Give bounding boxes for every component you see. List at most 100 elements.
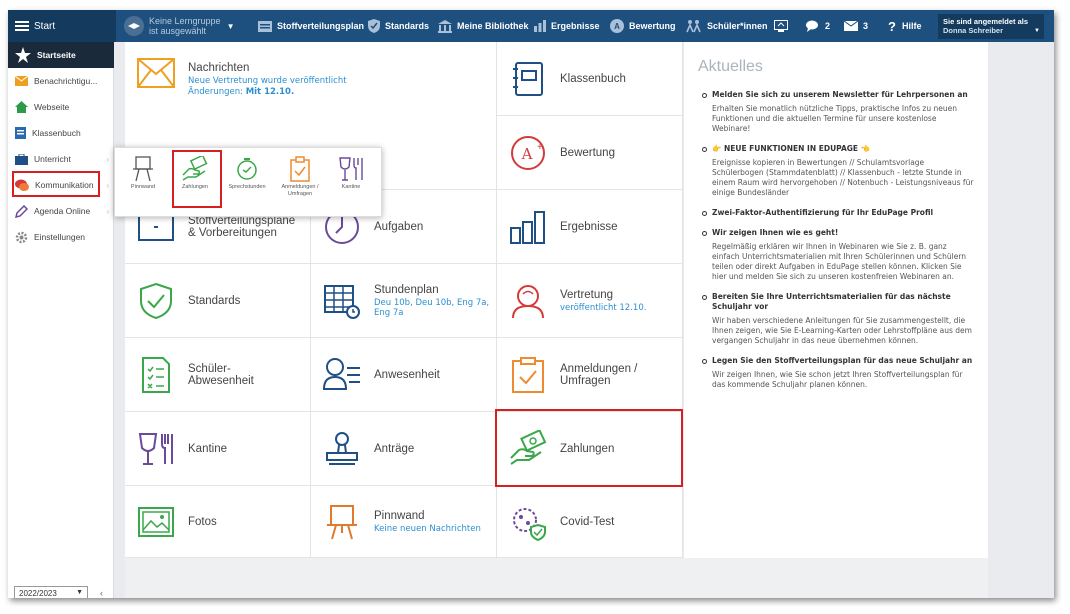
tile-vertretung[interactable]: Vertretung veröffentlicht 12.10. <box>497 264 683 338</box>
timer-icon <box>237 158 257 180</box>
tile-standards[interactable]: Standards <box>125 264 311 338</box>
tile-title-line2: Abwesenheit <box>188 374 254 387</box>
login-caption: Sie sind angemeldet als <box>943 17 1029 26</box>
svg-text:A: A <box>614 22 620 31</box>
tile-fotos[interactable]: Fotos <box>125 486 311 558</box>
nav-schuelerinnen[interactable]: Schüler*innen <box>686 10 768 42</box>
tile-title: Anwesenheit <box>374 368 440 381</box>
sidebar-item-klassenbuch[interactable]: Klassenbuch <box>8 120 114 146</box>
news-title: Bereiten Sie Ihre Unterrichtsmaterialien… <box>712 292 976 312</box>
svg-text:A: A <box>521 145 533 163</box>
flyout-label: Sprechstunden <box>228 184 266 190</box>
tile-zahlungen[interactable]: Zahlungen <box>497 412 683 486</box>
tile-title: Bewertung <box>560 146 615 159</box>
help-button[interactable]: ? Hilfe <box>888 10 921 42</box>
flyout-label: Kantine <box>341 184 361 190</box>
app-window: Start Keine Lerngruppe ist ausgewählt ▼ S… <box>8 10 1054 598</box>
screen-icon <box>774 20 788 32</box>
cutlery-glass-icon <box>138 432 173 465</box>
nav-stoffverteilungsplan[interactable]: Stoffverteilungsplan <box>258 10 364 42</box>
substitute-person-icon <box>512 284 544 318</box>
tile-title: Standards <box>188 294 241 307</box>
chat-count: 2 <box>825 21 831 31</box>
collapse-sidebar-icon[interactable]: ‹ <box>100 588 103 598</box>
easel-board-icon <box>133 156 153 182</box>
tile-covid-test[interactable]: Covid-Test <box>497 486 683 558</box>
nav-label: Bewertung <box>629 21 676 31</box>
tile-title-text: Stundenplan <box>374 283 439 296</box>
sidebar-item-benachrichtigungen[interactable]: Benachrichtigu... <box>8 68 114 94</box>
flyout-item-anmeldungen[interactable]: Anmeldungen / Umfragen <box>275 154 325 206</box>
year-select[interactable]: 2022/2023 ▼ <box>14 586 88 598</box>
mail-button[interactable]: 3 <box>844 10 868 42</box>
nav-bewertung[interactable]: A Bewertung <box>610 10 676 42</box>
sidebar-item-einstellungen[interactable]: Einstellungen <box>8 224 114 250</box>
tile-title: Schüler- Abwesenheit <box>188 363 254 387</box>
home-icon <box>15 101 28 113</box>
sidebar-item-label: Klassenbuch <box>32 128 81 138</box>
payment-hand-icon <box>510 429 547 465</box>
sidebar-item-unterricht[interactable]: Unterricht › <box>8 146 114 172</box>
tile-title-text: Vertretung <box>560 288 614 301</box>
news-item[interactable]: 👉 NEUE FUNKTIONEN IN EDUPAGE 👈 Ereignisse… <box>698 144 976 198</box>
chat-button[interactable]: 2 <box>806 10 830 42</box>
sidebar-item-label: Benachrichtigu... <box>34 76 98 86</box>
group-selector[interactable]: Keine Lerngruppe ist ausgewählt ▼ <box>124 10 234 42</box>
tile-title: Kantine <box>188 442 228 455</box>
tile-antraege[interactable]: Anträge <box>311 412 497 486</box>
start-menu-button[interactable]: Start <box>8 10 116 42</box>
news-body: Ereignisse kopieren in Bewertungen // Sc… <box>712 158 974 197</box>
students-icon <box>686 20 701 33</box>
sidebar-item-webseite[interactable]: Webseite <box>8 94 114 120</box>
news-item[interactable]: Wir zeigen Ihnen wie es geht! Regelmäßig … <box>698 228 976 282</box>
tile-klassenbuch[interactable]: Klassenbuch <box>497 42 683 116</box>
sidebar-item-label: Kommunikation <box>35 180 94 190</box>
news-item[interactable]: Legen Sie den Stoffverteilungsplan für d… <box>698 356 976 390</box>
hamburger-icon <box>15 21 29 31</box>
flyout-item-sprechstunden[interactable]: Sprechstunden <box>225 154 269 206</box>
group-line2: ist ausgewählt <box>149 26 207 36</box>
sidebar-item-startseite[interactable]: Startseite <box>8 42 114 68</box>
briefcase-icon <box>15 153 28 165</box>
news-title: Melden Sie sich zu unserem Newsletter fü… <box>712 90 976 100</box>
sidebar-item-agenda-online[interactable]: Agenda Online › <box>8 198 114 224</box>
shield-check-icon <box>140 282 172 319</box>
footer-strip <box>125 558 988 598</box>
nav-label: Meine Bibliothek <box>457 21 529 31</box>
tile-subtitle: veröffentlicht 12.10. <box>560 302 647 313</box>
sidebar-item-kommunikation[interactable]: Kommunikation › <box>8 172 114 198</box>
tile-pinnwand[interactable]: Pinnwand Keine neuen Nachrichten <box>311 486 497 558</box>
user-menu[interactable]: Sie sind angemeldet als Donna Schreiber … <box>938 14 1044 39</box>
flyout-item-zahlungen[interactable]: Zahlungen <box>173 154 217 206</box>
tile-anwesenheit[interactable]: Anwesenheit <box>311 338 497 412</box>
chevron-right-icon: › <box>106 206 109 216</box>
flyout-item-kantine[interactable]: Kantine <box>329 154 373 206</box>
screen-share-button[interactable] <box>774 10 793 42</box>
tile-ergebnisse[interactable]: Ergebnisse <box>497 190 683 264</box>
news-title: Wir zeigen Ihnen wie es geht! <box>712 228 976 238</box>
envelope-icon <box>15 76 28 86</box>
tile-title: Aufgaben <box>374 220 424 233</box>
flyout-label: Zahlungen <box>182 184 208 190</box>
tile-schueler-abwesenheit[interactable]: Schüler- Abwesenheit <box>125 338 311 412</box>
news-item[interactable]: Bereiten Sie Ihre Unterrichtsmaterialien… <box>698 292 976 346</box>
kommunikation-flyout: Pinnwand Zahlungen Sprechstunden Anmeldu… <box>114 147 382 217</box>
easel-board-icon <box>327 504 357 539</box>
tile-bewertung[interactable]: A + Bewertung <box>497 116 683 190</box>
news-item[interactable]: Melden Sie sich zu unserem Newsletter fü… <box>698 90 976 134</box>
tile-title: Anmeldungen / Umfragen <box>560 363 637 387</box>
news-item[interactable]: Zwei-Faktor-Authentifizierung für Ihr Ed… <box>698 208 976 218</box>
nav-ergebnisse[interactable]: Ergebnisse <box>534 10 600 42</box>
plan-icon <box>258 20 272 32</box>
svg-text:+: + <box>537 142 543 153</box>
tile-kantine[interactable]: Kantine <box>125 412 311 486</box>
nav-meine-bibliothek[interactable]: Meine Bibliothek <box>438 10 529 42</box>
flyout-item-pinnwand[interactable]: Pinnwand <box>121 154 165 206</box>
tile-title: Ergebnisse <box>560 220 618 233</box>
chevron-right-icon: › <box>106 154 109 164</box>
sidebar-item-label: Unterricht <box>34 154 71 164</box>
tile-stundenplan[interactable]: Stundenplan Deu 10b, Deu 10b, Eng 7a, Eng… <box>311 264 497 338</box>
nav-standards[interactable]: Standards <box>368 10 429 42</box>
tile-subtitle-2: Änderungen: Mit 12.10. <box>188 87 294 97</box>
tile-anmeldungen[interactable]: Anmeldungen / Umfragen <box>497 338 683 412</box>
